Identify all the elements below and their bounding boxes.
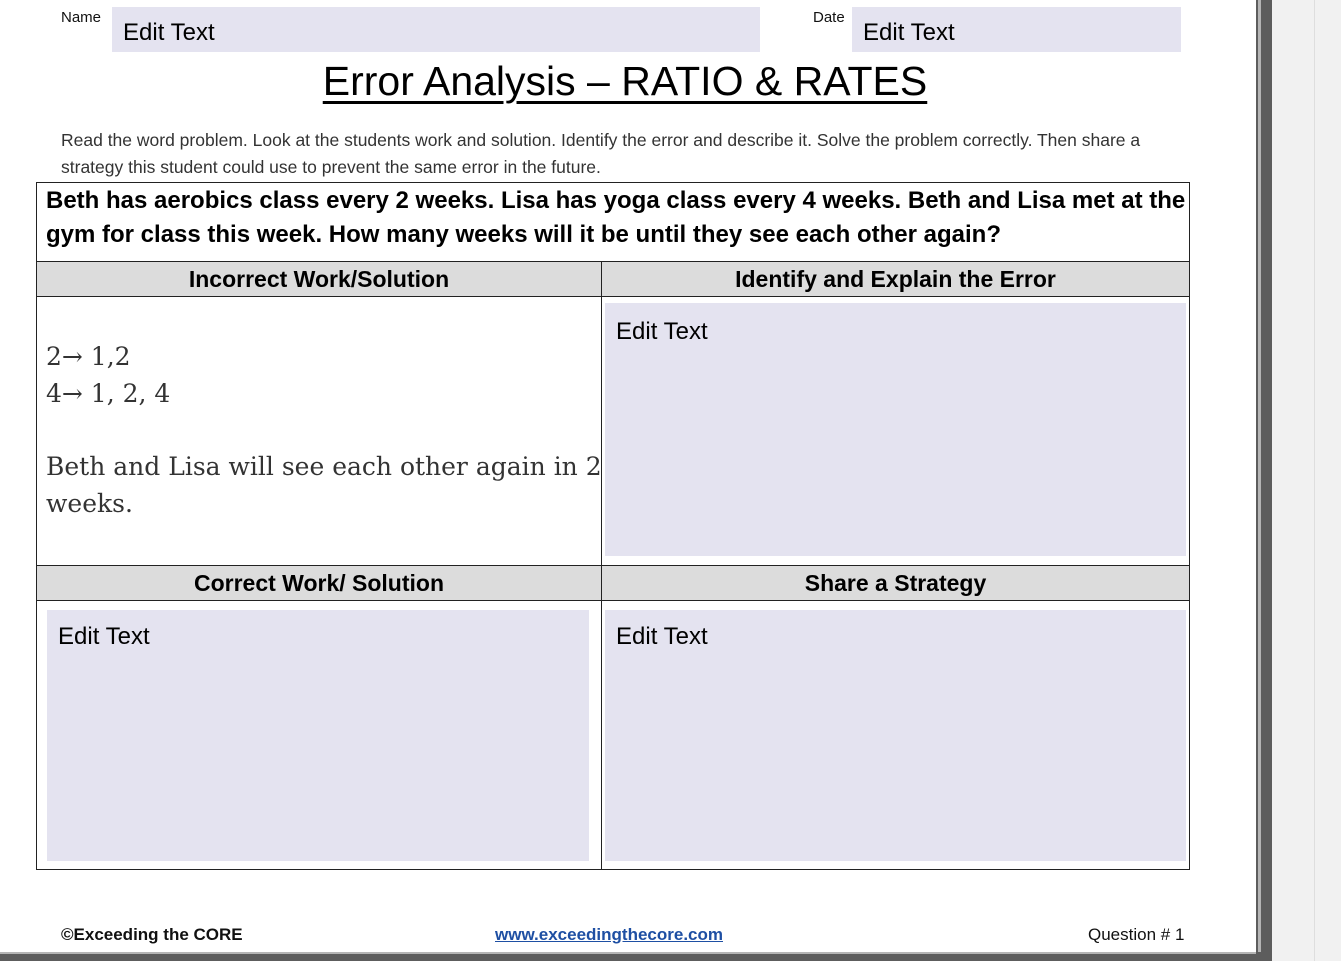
incorrect-work-header: Incorrect Work/Solution — [37, 262, 601, 296]
student-work-line-2: 4→ 1, 2, 4 — [46, 379, 171, 408]
date-field-text: Edit Text — [863, 19, 955, 46]
page-border-right — [1256, 0, 1272, 961]
correct-work-header: Correct Work/ Solution — [37, 566, 601, 600]
question-number: Question # 1 — [1088, 925, 1185, 944]
page-title: Error Analysis – RATIO & RATES — [322, 58, 928, 104]
identify-error-field[interactable]: Edit Text — [605, 303, 1186, 556]
date-field[interactable]: Edit Text — [852, 7, 1181, 52]
name-field-text: Edit Text — [123, 19, 215, 46]
name-field[interactable]: Edit Text — [112, 7, 760, 52]
instructions-text: Read the word problem. Look at the stude… — [61, 130, 1141, 177]
share-strategy-field-text: Edit Text — [616, 623, 708, 650]
website-link[interactable]: www.exceedingthecore.com — [495, 925, 723, 945]
page-border-bottom — [0, 952, 1272, 961]
copyright-text: ©Exceeding the CORE — [61, 925, 243, 944]
name-label: Name — [61, 9, 102, 26]
correct-work-field-text: Edit Text — [58, 623, 150, 650]
word-problem-text: Beth has aerobics class every 2 weeks. L… — [46, 187, 1186, 248]
student-work-line-1: 2→ 1,2 — [46, 342, 131, 371]
table-divider — [36, 296, 1190, 297]
identify-error-header: Identify and Explain the Error — [602, 262, 1189, 296]
side-panel — [1272, 0, 1341, 961]
correct-work-field[interactable]: Edit Text — [47, 610, 589, 861]
share-strategy-header: Share a Strategy — [602, 566, 1189, 600]
student-answer-line-1: Beth and Lisa will see each other again … — [46, 452, 602, 481]
table-divider — [36, 600, 1190, 601]
share-strategy-field[interactable]: Edit Text — [605, 610, 1186, 861]
identify-error-field-text: Edit Text — [616, 318, 708, 345]
date-label: Date — [813, 9, 845, 26]
worksheet-page: Name Edit Text Date Edit Text Error Anal… — [0, 0, 1256, 952]
student-answer-line-2: weeks. — [46, 489, 133, 518]
